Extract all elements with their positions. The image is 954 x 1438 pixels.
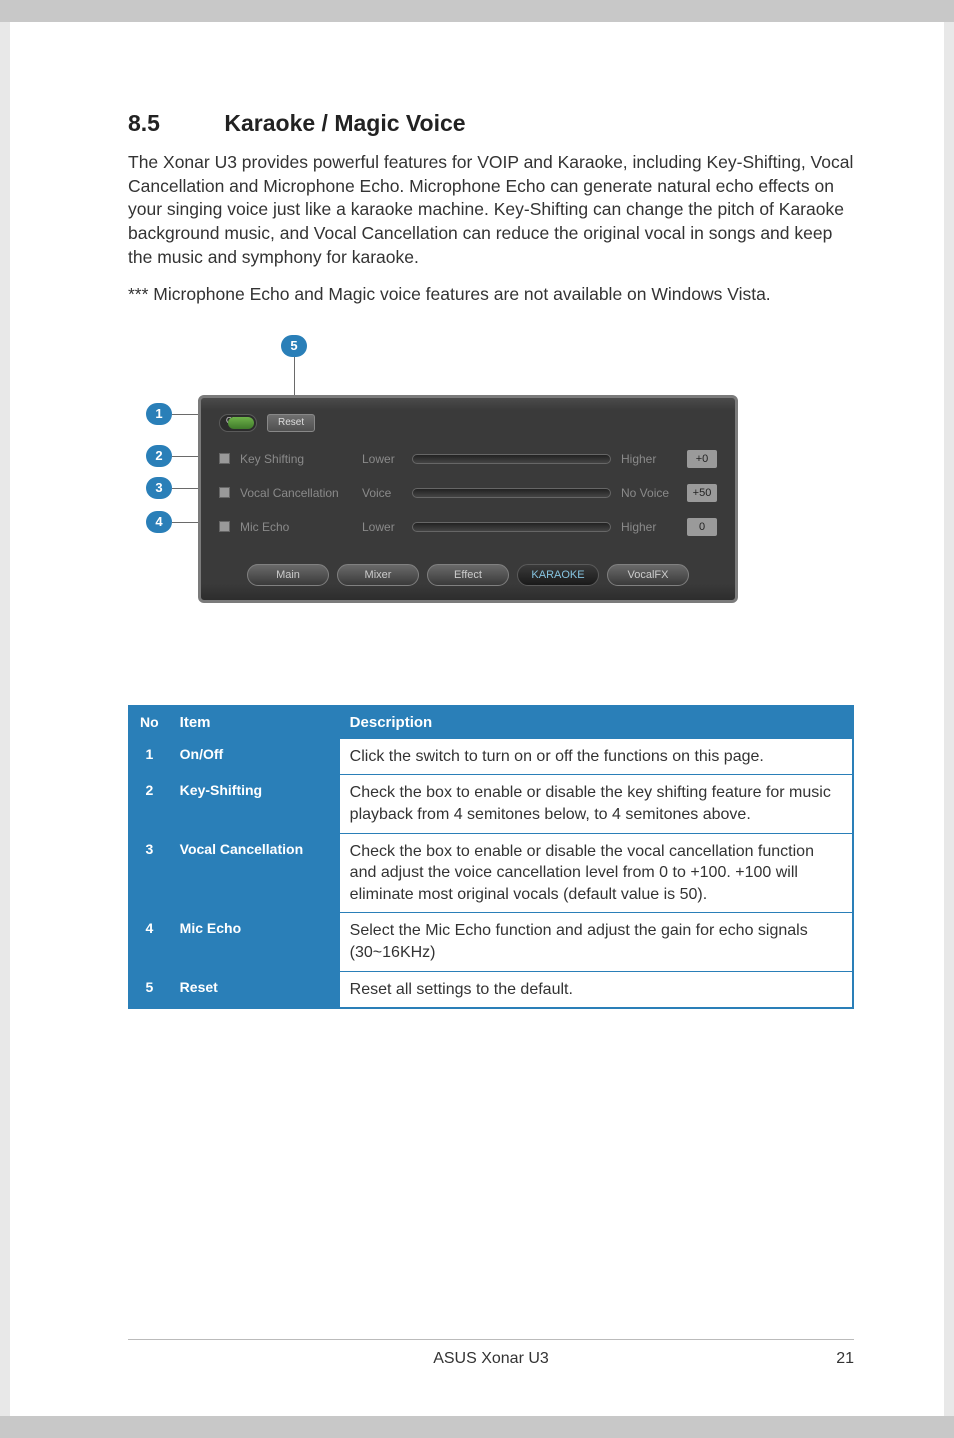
- row-key-shifting: Key Shifting Lower Higher +0: [219, 450, 717, 468]
- callout-2-text: 2: [155, 448, 162, 463]
- reset-label: Reset: [278, 417, 304, 428]
- tab-karaoke[interactable]: KARAOKE: [517, 564, 599, 586]
- vocal-cancellation-checkbox[interactable]: [219, 487, 230, 498]
- page: 8.5 Karaoke / Magic Voice The Xonar U3 p…: [10, 22, 944, 1416]
- cell-item: Key-Shifting: [169, 775, 339, 833]
- mic-echo-value: 0: [687, 518, 717, 536]
- callout-badge-3: 3: [146, 477, 172, 499]
- table-row: 1 On/Off Click the switch to turn on or …: [129, 738, 853, 775]
- cell-desc: Reset all settings to the default.: [339, 971, 853, 1008]
- mic-echo-checkbox[interactable]: [219, 521, 230, 532]
- row-vocal-cancellation: Vocal Cancellation Voice No Voice +50: [219, 484, 717, 502]
- section-number: 8.5: [128, 110, 218, 137]
- cell-desc: Select the Mic Echo function and adjust …: [339, 913, 853, 971]
- vocal-cancellation-voice-label: Voice: [362, 486, 402, 500]
- table-header-row: No Item Description: [129, 706, 853, 739]
- table-row: 3 Vocal Cancellation Check the box to en…: [129, 833, 853, 913]
- body-paragraph: The Xonar U3 provides powerful features …: [128, 151, 854, 269]
- footer-product: ASUS Xonar U3: [168, 1350, 814, 1368]
- cell-item: Vocal Cancellation: [169, 833, 339, 913]
- vocal-cancellation-value: +50: [687, 484, 717, 502]
- screenshot-container: 5 1 2 3 4 ON Reset Key Shifting Lowe: [128, 335, 768, 665]
- cell-item: Mic Echo: [169, 913, 339, 971]
- key-shifting-checkbox[interactable]: [219, 453, 230, 464]
- callout-3-text: 3: [155, 480, 162, 495]
- table-row: 4 Mic Echo Select the Mic Echo function …: [129, 913, 853, 971]
- tab-effect-label: Effect: [454, 569, 482, 581]
- cell-desc: Check the box to enable or disable the v…: [339, 833, 853, 913]
- tab-main-label: Main: [276, 569, 300, 581]
- callout-badge-5: 5: [281, 335, 307, 357]
- callout-badge-4: 4: [146, 511, 172, 533]
- callout-4-text: 4: [155, 514, 162, 529]
- callout-badge-1: 1: [146, 403, 172, 425]
- tab-vocalfx[interactable]: VocalFX: [607, 564, 689, 586]
- key-shifting-label: Key Shifting: [240, 452, 352, 466]
- panel-top-row: ON Reset: [219, 414, 717, 432]
- row-mic-echo: Mic Echo Lower Higher 0: [219, 518, 717, 536]
- cell-desc: Click the switch to turn on or off the f…: [339, 738, 853, 775]
- cell-no: 1: [129, 738, 169, 775]
- callout-5-text: 5: [290, 338, 297, 353]
- cell-item: On/Off: [169, 738, 339, 775]
- tab-bar: Main Mixer Effect KARAOKE VocalFX: [219, 564, 717, 586]
- key-shifting-lower-label: Lower: [362, 452, 402, 466]
- callout-badge-2: 2: [146, 445, 172, 467]
- table-row: 5 Reset Reset all settings to the defaul…: [129, 971, 853, 1008]
- tab-vocalfx-label: VocalFX: [628, 569, 669, 581]
- cell-no: 4: [129, 913, 169, 971]
- cell-desc: Check the box to enable or disable the k…: [339, 775, 853, 833]
- tab-mixer[interactable]: Mixer: [337, 564, 419, 586]
- mic-echo-higher-label: Higher: [621, 520, 677, 534]
- key-shifting-higher-label: Higher: [621, 452, 677, 466]
- header-description: Description: [339, 706, 853, 739]
- header-item: Item: [169, 706, 339, 739]
- description-table: No Item Description 1 On/Off Click the s…: [128, 705, 854, 1009]
- table-row: 2 Key-Shifting Check the box to enable o…: [129, 775, 853, 833]
- page-bottom-band: [0, 1416, 954, 1438]
- cell-no: 5: [129, 971, 169, 1008]
- tab-karaoke-label: KARAOKE: [531, 569, 584, 581]
- page-top-band: [0, 0, 954, 22]
- cell-item: Reset: [169, 971, 339, 1008]
- karaoke-panel: ON Reset Key Shifting Lower Higher +0 Vo…: [198, 395, 738, 603]
- on-label: ON: [226, 416, 238, 425]
- tab-effect[interactable]: Effect: [427, 564, 509, 586]
- vocal-cancellation-slider[interactable]: [412, 488, 611, 498]
- cell-no: 2: [129, 775, 169, 833]
- tab-mixer-label: Mixer: [365, 569, 392, 581]
- vocal-cancellation-label: Vocal Cancellation: [240, 486, 352, 500]
- key-shifting-value: +0: [687, 450, 717, 468]
- key-shifting-slider[interactable]: [412, 454, 611, 464]
- page-footer: ASUS Xonar U3 21: [128, 1339, 854, 1368]
- on-off-switch[interactable]: ON: [219, 414, 257, 432]
- mic-echo-label: Mic Echo: [240, 520, 352, 534]
- mic-echo-slider[interactable]: [412, 522, 611, 532]
- tab-main[interactable]: Main: [247, 564, 329, 586]
- cell-no: 3: [129, 833, 169, 913]
- footer-page-number: 21: [814, 1350, 854, 1368]
- vocal-cancellation-novoice-label: No Voice: [621, 486, 677, 500]
- section-heading-text: Karaoke / Magic Voice: [224, 110, 465, 136]
- reset-button[interactable]: Reset: [267, 414, 315, 432]
- note-paragraph: *** Microphone Echo and Magic voice feat…: [128, 283, 854, 307]
- callout-1-text: 1: [155, 406, 162, 421]
- section-title: 8.5 Karaoke / Magic Voice: [128, 110, 854, 137]
- header-no: No: [129, 706, 169, 739]
- mic-echo-lower-label: Lower: [362, 520, 402, 534]
